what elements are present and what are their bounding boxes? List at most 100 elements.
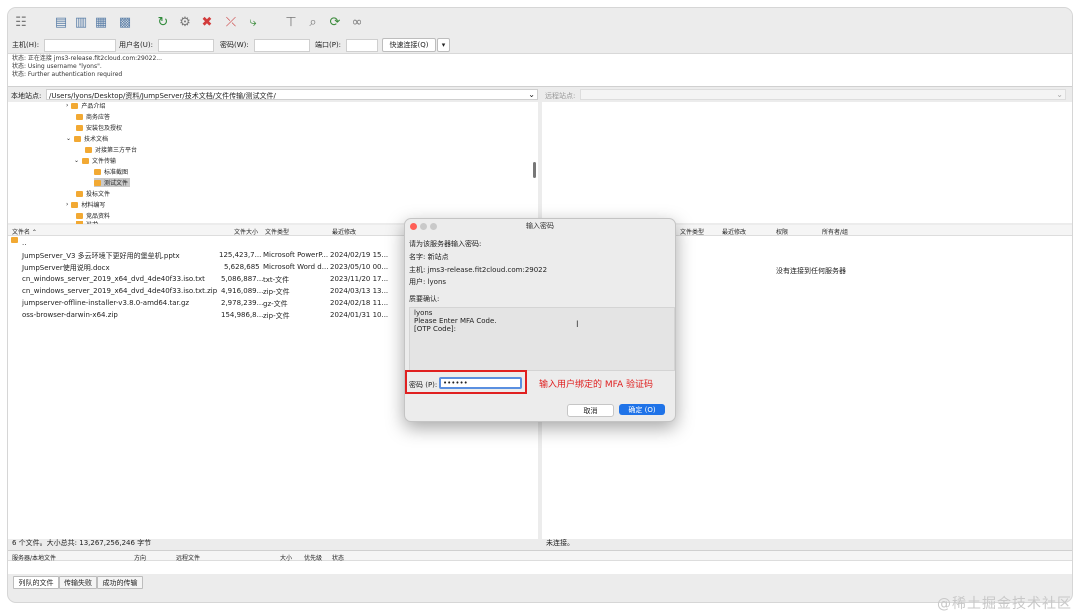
- folder-icon: [76, 113, 83, 120]
- password-label: 密码(W):: [220, 41, 249, 49]
- remote-status: 未连接。: [546, 539, 574, 547]
- folder-icon: [74, 135, 82, 142]
- remote-directory-tree[interactable]: [542, 102, 1072, 223]
- column-modified[interactable]: 最近修改: [332, 227, 356, 236]
- toggle-local-tree-icon[interactable]: ▥: [72, 13, 90, 31]
- log-line: 状态: Further authentication required: [12, 71, 123, 78]
- folder-icon: [76, 212, 83, 219]
- tree-item[interactable]: 对接第三方平台: [85, 145, 137, 154]
- ok-button[interactable]: 确定 (O): [619, 404, 665, 415]
- folder-icon: [76, 190, 83, 197]
- queue-list[interactable]: [8, 561, 1072, 574]
- local-directory-tree[interactable]: › 产品介绍 商务应答 安装包及授权 ⌄ 技术文档 对接第三方平台 ⌄ 文件传输 标准…: [8, 101, 538, 224]
- tab-queued-files[interactable]: 列队的文件: [13, 576, 59, 589]
- folder-icon: [85, 146, 92, 153]
- dialog-password-label: 密码 (P):: [409, 381, 438, 389]
- folder-open-icon: [94, 179, 101, 186]
- tree-item[interactable]: 标准截图: [94, 167, 128, 176]
- annotation-text: 输入用户绑定的 MFA 验证码: [539, 380, 653, 390]
- remote-site-bar: 远程站点: ⌄: [542, 88, 1072, 101]
- password-dialog: 输入密码 请为该服务器输入密码: 名字: 新站点 主机: jms3-releas…: [404, 218, 676, 422]
- column-modified[interactable]: 最近修改: [722, 227, 746, 236]
- dialog-challenge-label: 质要确认:: [409, 295, 440, 303]
- tab-failed-transfers[interactable]: 传输失败: [59, 576, 97, 589]
- tree-item[interactable]: 商务应答: [76, 112, 110, 121]
- dialog-prompt: 请为该服务器输入密码:: [409, 240, 482, 248]
- challenge-line: [OTP Code]:: [414, 325, 456, 333]
- log-line: 状态: 正在连接 jms3-release.fit2cloud.com:2902…: [12, 55, 162, 62]
- tree-item[interactable]: 竞品资料: [76, 211, 110, 220]
- tree-item[interactable]: ⌄ 技术文档: [66, 134, 108, 143]
- site-manager-icon[interactable]: ☷: [12, 13, 30, 31]
- mfa-code-value: ••••••: [443, 379, 468, 387]
- message-log: 状态: 正在连接 jms3-release.fit2cloud.com:2902…: [8, 54, 1072, 87]
- column-permissions[interactable]: 权限: [776, 227, 788, 236]
- challenge-message-box: lyons Please Enter MFA Code. [OTP Code]:…: [409, 307, 675, 371]
- toggle-queue-icon[interactable]: ▩: [116, 13, 134, 31]
- password-input[interactable]: [254, 39, 310, 52]
- queue-header: 服务器/本地文件 方向 远程文件 大小 优先级 状态: [8, 550, 1072, 562]
- local-site-bar: 本地站点: /Users/lyons/Desktop/资料/JumpServer…: [8, 88, 538, 101]
- find-files-icon[interactable]: ∞: [348, 13, 366, 31]
- tree-item[interactable]: 投标文件: [76, 189, 110, 198]
- tab-successful-transfers[interactable]: 成功的传输: [97, 576, 143, 589]
- tree-scrollbar[interactable]: [533, 162, 536, 178]
- cancel-button[interactable]: 取消: [567, 404, 614, 417]
- toggle-remote-tree-icon[interactable]: ▦: [92, 13, 110, 31]
- folder-icon: [82, 157, 90, 164]
- process-queue-icon[interactable]: ⚙: [176, 13, 194, 31]
- mfa-code-input[interactable]: ••••••: [439, 377, 522, 389]
- host-input[interactable]: [44, 39, 116, 52]
- column-owner[interactable]: 所有者/组: [822, 227, 848, 236]
- remote-site-path-input[interactable]: ⌄: [580, 89, 1066, 100]
- chevron-down-icon: ⌄: [528, 90, 535, 99]
- column-filename[interactable]: 文件名 ⌃: [12, 227, 37, 236]
- reconnect-icon[interactable]: ⤷: [244, 13, 262, 31]
- local-site-label: 本地站点:: [11, 92, 42, 100]
- challenge-line: lyons: [414, 309, 433, 317]
- local-site-path-input[interactable]: /Users/lyons/Desktop/资料/JumpServer/技术文档/…: [46, 89, 538, 100]
- disconnect-icon[interactable]: ⤫: [222, 13, 240, 31]
- column-filesize[interactable]: 文件大小: [234, 227, 258, 236]
- quickconnect-dropdown[interactable]: ▾: [437, 38, 450, 52]
- log-line: 状态: Using username "lyons".: [12, 63, 102, 70]
- tree-item[interactable]: › 材料编写: [66, 200, 105, 209]
- toggle-log-icon[interactable]: ▤: [52, 13, 70, 31]
- port-input[interactable]: [346, 39, 378, 52]
- folder-icon: [11, 237, 18, 243]
- local-summary: 6 个文件。大小总共: 13,267,256,246 字节: [12, 539, 152, 547]
- dialog-user-line: 用户: lyons: [409, 278, 447, 286]
- chevron-down-icon: ⌄: [1056, 90, 1063, 99]
- text-cursor-icon: I: [576, 320, 579, 330]
- tree-item[interactable]: ⌄ 文件传输: [74, 156, 116, 165]
- folder-icon: [71, 102, 79, 109]
- empty-state-text: 没有连接到任何服务器: [776, 267, 846, 275]
- tree-item[interactable]: › 产品介绍: [66, 101, 105, 110]
- folder-icon: [71, 201, 79, 208]
- tree-item[interactable]: 安装包及授权: [76, 123, 122, 132]
- sync-browse-icon[interactable]: ⟳: [326, 13, 344, 31]
- quickconnect-bar: 主机(H): 用户名(U): 密码(W): 端口(P): 快速连接(Q) ▾: [8, 36, 1072, 54]
- tree-item[interactable]: 证书: [76, 221, 98, 224]
- cancel-operation-icon[interactable]: ✖: [198, 13, 216, 31]
- column-filetype[interactable]: 文件类型: [265, 227, 289, 236]
- directory-filter-icon[interactable]: ⊤: [282, 13, 300, 31]
- folder-icon: [94, 168, 101, 175]
- username-input[interactable]: [158, 39, 214, 52]
- chevron-down-icon: ▾: [441, 41, 446, 49]
- host-label: 主机(H):: [12, 41, 40, 49]
- local-site-path: /Users/lyons/Desktop/资料/JumpServer/技术文档/…: [49, 92, 276, 100]
- folder-icon: [76, 221, 83, 224]
- queue-tabs: 列队的文件 传输失败 成功的传输: [8, 574, 1072, 590]
- dialog-name-line: 名字: 新站点: [409, 253, 449, 261]
- challenge-line: Please Enter MFA Code.: [414, 317, 497, 325]
- search-icon[interactable]: ⌕: [304, 13, 322, 31]
- folder-icon: [76, 124, 83, 131]
- quickconnect-button[interactable]: 快速连接(Q): [382, 38, 436, 52]
- refresh-icon[interactable]: ↻: [154, 13, 172, 31]
- column-filetype[interactable]: 文件类型: [680, 227, 704, 236]
- username-label: 用户名(U):: [119, 41, 153, 49]
- watermark: @稀土掘金技术社区: [937, 596, 1072, 612]
- remote-site-label: 远程站点:: [545, 92, 576, 100]
- tree-item-selected[interactable]: 测试文件: [94, 178, 131, 187]
